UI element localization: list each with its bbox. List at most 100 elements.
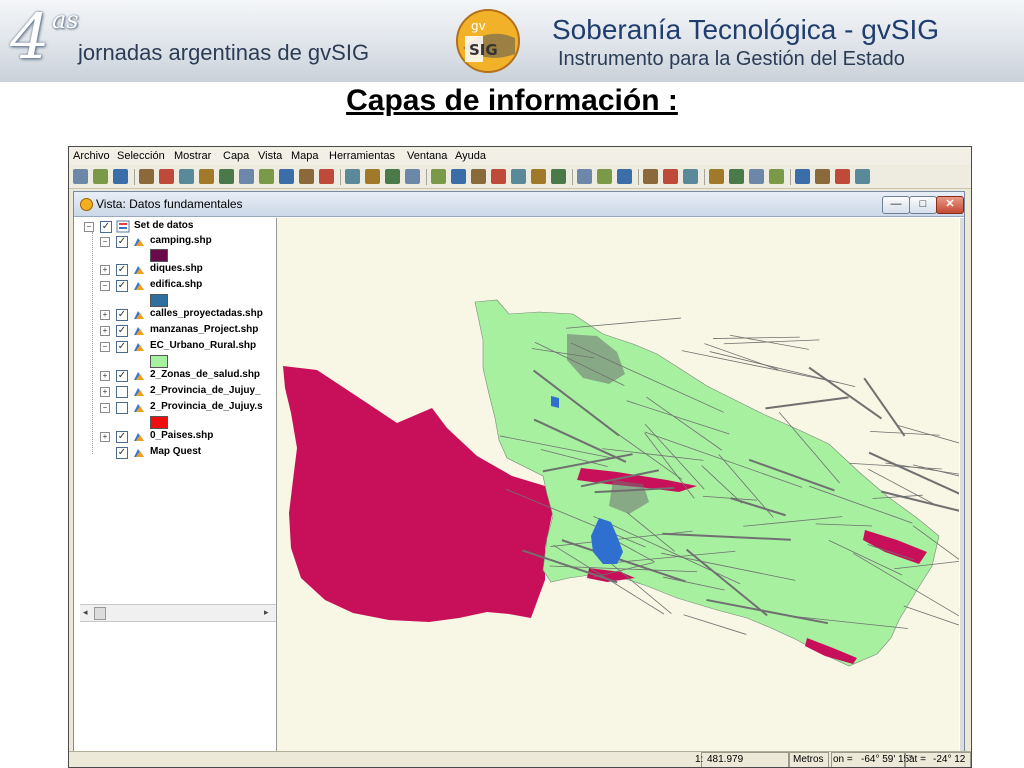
toc-layer-row[interactable]: + ✓ manzanas_Project.shp [80, 324, 276, 338]
toc-root[interactable]: − ✓ Set de datos [80, 220, 276, 234]
menu-archivo[interactable]: Archivo [73, 150, 110, 162]
toc-layer-row[interactable]: − ✓ camping.shp [80, 235, 276, 249]
root-checkbox[interactable]: ✓ [100, 221, 112, 233]
collapse-icon[interactable]: − [100, 403, 110, 413]
toc-layer-row[interactable]: − ✓ edifica.shp [80, 279, 276, 293]
open-icon[interactable] [93, 169, 108, 184]
menu-ventana[interactable]: Ventana [407, 150, 447, 162]
layer-checkbox[interactable]: ✓ [116, 236, 128, 248]
toc-layer-row[interactable]: +✓Map Quest [80, 446, 276, 460]
menu-herramientas[interactable]: Herramientas [329, 150, 395, 162]
export-icon[interactable] [709, 169, 724, 184]
layer-label: 0_Paises.shp [150, 430, 214, 441]
zoom-in-icon[interactable] [199, 169, 214, 184]
select-polygon-icon[interactable] [491, 169, 506, 184]
layer-checkbox[interactable]: ✓ [116, 370, 128, 382]
document-icon[interactable] [835, 169, 850, 184]
toc-layer-row[interactable]: +2_Provincia_de_Jujuy_ [80, 385, 276, 399]
legend-swatch [150, 355, 168, 368]
copy-icon[interactable] [749, 169, 764, 184]
select-circle-icon[interactable] [511, 169, 526, 184]
collapse-icon[interactable]: − [100, 342, 110, 352]
add-layer-icon[interactable] [299, 169, 314, 184]
shape-icon[interactable] [577, 169, 592, 184]
menu-capa[interactable]: Capa [223, 150, 249, 162]
layer-checkbox[interactable] [116, 386, 128, 398]
expand-icon[interactable]: + [100, 432, 110, 442]
toc-layer-row[interactable]: + ✓ calles_proyectadas.shp [80, 308, 276, 322]
image-icon[interactable] [319, 169, 334, 184]
select-icon[interactable] [471, 169, 486, 184]
toc-layer-row[interactable]: − 2_Provincia_de_Jujuy.s [80, 401, 276, 415]
search-icon[interactable] [551, 169, 566, 184]
street-line [903, 605, 971, 630]
earth-icon[interactable] [597, 169, 612, 184]
toc-layer-row[interactable]: + ✓ 2_Zonas_de_salud.shp [80, 369, 276, 383]
zoom-full-icon[interactable] [159, 169, 174, 184]
measure-icon[interactable] [385, 169, 400, 184]
collapse-icon[interactable]: − [100, 237, 110, 247]
map-canvas[interactable] [277, 218, 971, 760]
expand-icon[interactable]: + [100, 387, 110, 397]
scroll-right-icon[interactable]: ▸ [264, 607, 269, 618]
scroll-left-icon[interactable]: ◂ [83, 607, 88, 618]
toc-horizontal-scrollbar[interactable]: ◂ ▸ [80, 604, 276, 622]
menu-ayuda[interactable]: Ayuda [455, 150, 486, 162]
grid-icon[interactable] [815, 169, 830, 184]
collapse-icon[interactable]: − [84, 222, 94, 232]
layout-icon[interactable] [769, 169, 784, 184]
tools-icon[interactable] [683, 169, 698, 184]
zoom-out-icon[interactable] [219, 169, 234, 184]
save-icon[interactable] [113, 169, 128, 184]
eraser-icon[interactable] [279, 169, 294, 184]
urban-rural-polygon [474, 299, 940, 667]
filter-icon[interactable] [643, 169, 658, 184]
layer-checkbox[interactable]: ✓ [116, 431, 128, 443]
close-button[interactable]: ✕ [936, 196, 964, 214]
stop-icon[interactable] [663, 169, 678, 184]
zoom-layer-icon[interactable] [239, 169, 254, 184]
toc-layer-row[interactable]: − ✓ EC_Urbano_Rural.shp [80, 340, 276, 354]
collapse-icon[interactable]: − [100, 281, 110, 291]
locator-icon[interactable] [345, 169, 360, 184]
toc-layer-row[interactable]: + ✓ 0_Paises.shp [80, 430, 276, 444]
select-area-icon[interactable] [531, 169, 546, 184]
layer-checkbox[interactable] [116, 402, 128, 414]
layer-checkbox[interactable]: ✓ [116, 309, 128, 321]
expand-icon[interactable]: + [100, 326, 110, 336]
info-icon[interactable] [365, 169, 380, 184]
gear-icon[interactable] [617, 169, 632, 184]
legend-swatch [150, 294, 168, 307]
edit-icon[interactable] [855, 169, 870, 184]
new-icon[interactable] [73, 169, 88, 184]
menu-mapa[interactable]: Mapa [291, 150, 319, 162]
zoom-extent-icon[interactable] [179, 169, 194, 184]
expand-icon[interactable]: + [100, 310, 110, 320]
globe-icon[interactable] [431, 169, 446, 184]
layer-label: 2_Provincia_de_Jujuy_ [150, 385, 261, 396]
layer-checkbox[interactable]: ✓ [116, 341, 128, 353]
pointer-icon[interactable] [451, 169, 466, 184]
print-icon[interactable] [405, 169, 420, 184]
street-line [898, 425, 971, 447]
layer-checkbox[interactable]: ✓ [116, 325, 128, 337]
minimize-button[interactable]: — [882, 196, 910, 214]
maximize-button[interactable]: □ [909, 196, 937, 214]
scale-value[interactable]: 481.979 [707, 754, 743, 765]
menu-seleccion[interactable]: Selección [117, 150, 165, 162]
layer-checkbox[interactable]: ✓ [116, 280, 128, 292]
table-icon[interactable] [729, 169, 744, 184]
menu-mostrar[interactable]: Mostrar [174, 150, 211, 162]
pan-icon[interactable] [139, 169, 154, 184]
expand-icon[interactable]: + [100, 371, 110, 381]
toc-layer-row[interactable]: + ✓ diques.shp [80, 263, 276, 277]
menu-vista[interactable]: Vista [258, 150, 282, 162]
expand-icon[interactable]: + [100, 265, 110, 275]
query-icon[interactable] [795, 169, 810, 184]
layer-checkbox[interactable]: ✓ [116, 447, 128, 459]
map-vertical-scrollbar[interactable] [960, 218, 964, 760]
layer-checkbox[interactable]: ✓ [116, 264, 128, 276]
scroll-thumb[interactable] [94, 607, 106, 620]
layers-icon[interactable] [259, 169, 274, 184]
units-value[interactable]: Metros [793, 754, 824, 765]
